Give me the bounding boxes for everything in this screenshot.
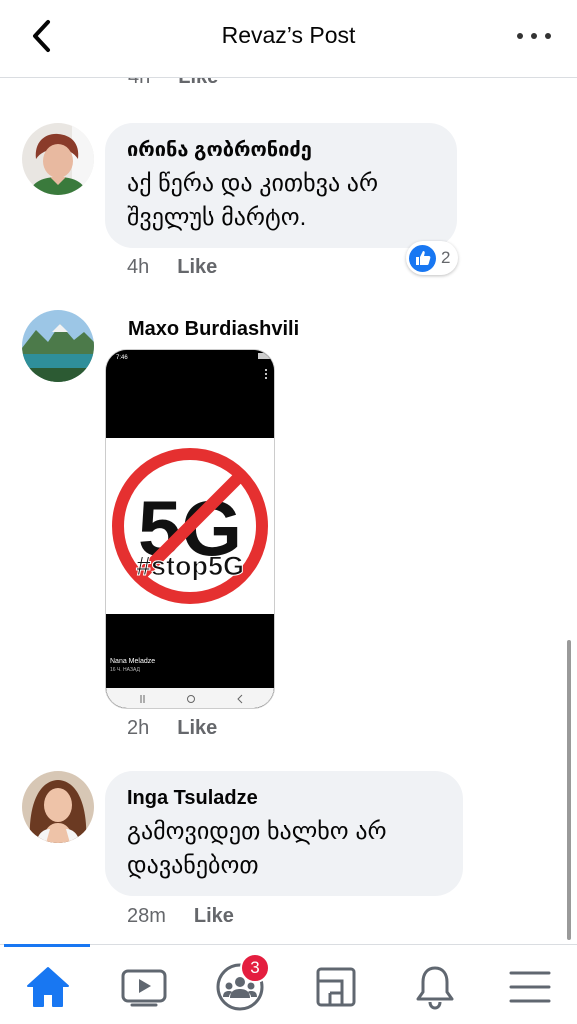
comment-text: გამოვიდეთ ხალხო არ დავანებოთ xyxy=(127,815,441,883)
menu-icon xyxy=(509,971,551,1003)
comment-text-line: შველუს მარტო. xyxy=(127,204,307,231)
notification-badge: 3 xyxy=(240,953,270,983)
image-caption-name: Nana Meladze xyxy=(110,658,155,665)
notifications-icon xyxy=(416,966,454,1010)
comment-time: 2h xyxy=(127,717,150,739)
bottom-tab-bar: 3 xyxy=(0,944,577,1024)
avatar[interactable] xyxy=(22,123,94,195)
comment-meta: 2h Like xyxy=(127,717,217,740)
image-status-time: 7:46 xyxy=(116,355,128,361)
tab-groups[interactable]: 3 xyxy=(210,953,270,1015)
image-caption-time: 16 Ч. НАЗАД xyxy=(110,667,140,673)
avatar[interactable] xyxy=(22,310,94,382)
dot-icon xyxy=(531,33,537,39)
pages-icon xyxy=(316,967,356,1007)
post-header: Revaz’s Post xyxy=(0,0,577,78)
comment-text: აქ წერა და კითხვა არ შველუს მარტო. xyxy=(127,167,435,235)
reaction-count: 2 xyxy=(441,248,451,267)
more-options-button[interactable] xyxy=(517,26,551,46)
image-hashtag: #stop5G xyxy=(136,551,244,581)
comment-author[interactable]: Inga Tsuladze xyxy=(127,785,441,811)
comment-bubble[interactable]: ირინა გობრონიძე აქ წერა და კითხვა არ შვე… xyxy=(105,123,457,248)
comment-author[interactable]: ირინა გობრონიძე xyxy=(127,137,435,163)
watch-icon xyxy=(121,969,167,1007)
comment-bubble[interactable]: Inga Tsuladze გამოვიდეთ ხალხო არ დავანებ… xyxy=(105,771,463,896)
home-icon xyxy=(27,967,69,1007)
comment-time: 4h xyxy=(127,256,150,278)
comment-text-line: გამოვიდეთ ხალხო არ xyxy=(127,818,387,845)
tab-pages[interactable] xyxy=(306,959,366,1015)
avatar[interactable] xyxy=(22,771,94,843)
tab-home[interactable] xyxy=(18,959,78,1015)
like-link[interactable]: Like xyxy=(194,905,234,927)
dot-icon xyxy=(545,33,551,39)
like-link[interactable]: Like xyxy=(177,256,217,278)
comment-meta: 28m Like xyxy=(127,905,234,928)
reaction-summary[interactable]: 2 xyxy=(406,241,459,275)
scrollbar[interactable] xyxy=(567,640,571,940)
tab-menu[interactable] xyxy=(500,959,560,1015)
tab-notifications[interactable] xyxy=(405,959,465,1015)
comment-text-line: აქ წერა და კითხვა არ xyxy=(127,170,379,197)
comment-time: 28m xyxy=(127,905,166,927)
tab-watch[interactable] xyxy=(114,959,174,1015)
like-reaction-icon xyxy=(409,244,436,272)
comment-image[interactable]: 7:46 5G #stop5G Nana Meladze 16 Ч. НАЗАД xyxy=(105,349,275,709)
like-link[interactable]: Like xyxy=(177,717,217,739)
comment-text-line: დავანებოთ xyxy=(127,852,259,879)
dot-icon xyxy=(517,33,523,39)
page-title: Revaz’s Post xyxy=(221,22,356,48)
comment-author[interactable]: Maxo Burdiashvili xyxy=(128,318,299,341)
comment-meta: 4h Like xyxy=(127,256,217,279)
active-tab-indicator xyxy=(4,944,90,947)
